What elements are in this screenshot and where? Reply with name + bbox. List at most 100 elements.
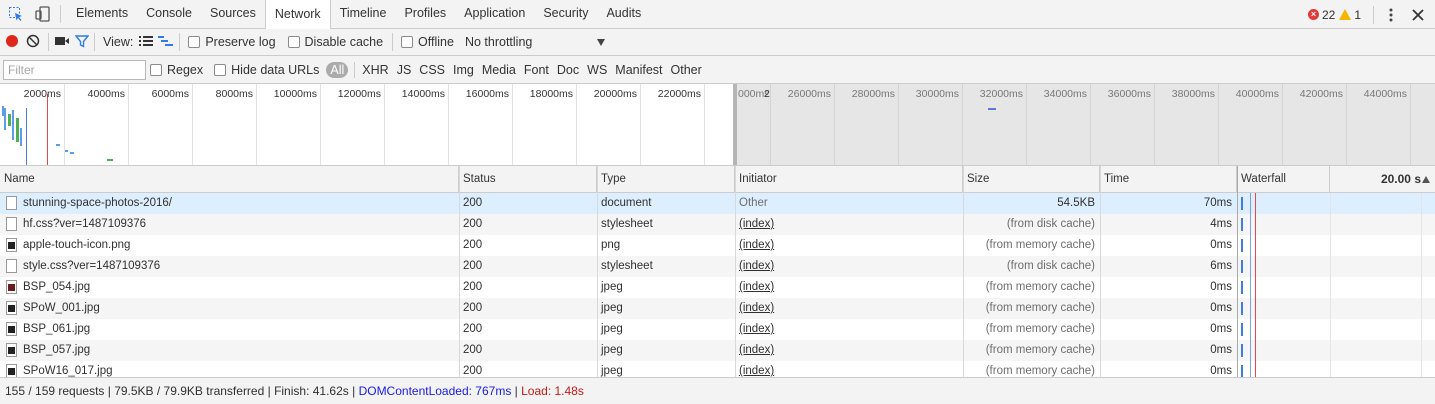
offline-checkbox[interactable]: Offline	[401, 35, 454, 49]
tabbar-separator	[60, 5, 61, 23]
overview-tick-label: 8000ms	[215, 88, 253, 100]
request-row[interactable]: style.css?ver=1487109376 200 stylesheet (in…	[0, 256, 1435, 277]
toolbar-separator	[94, 33, 95, 51]
overview-tick-label: 44000ms	[1363, 88, 1407, 100]
column-header-time[interactable]: Time	[1100, 166, 1237, 193]
overview-gridline	[128, 84, 129, 165]
column-header-status[interactable]: Status	[459, 166, 597, 193]
request-row[interactable]: BSP_061.jpg 200 jpeg (index) (from memory ca…	[0, 319, 1435, 340]
waterfall-timing-bar[interactable]	[1241, 218, 1243, 231]
checkbox-box[interactable]	[287, 36, 300, 48]
hide-data-urls-checkbox[interactable]: Hide data URLs	[214, 63, 319, 77]
filter-type-js[interactable]: JS	[393, 63, 416, 77]
image-file-icon	[6, 322, 17, 336]
overview-tick-label: 42000ms	[1299, 88, 1343, 100]
waterfall-timing-bar[interactable]	[1241, 260, 1243, 273]
waterfall-timing-bar[interactable]	[1241, 281, 1243, 294]
waterfall-timing-bar[interactable]	[1241, 323, 1243, 336]
tab-profiles[interactable]: Profiles	[395, 0, 455, 28]
filter-type-manifest[interactable]: Manifest	[611, 63, 666, 77]
record-button[interactable]	[5, 34, 19, 51]
image-file-icon	[6, 280, 17, 294]
filter-type-all[interactable]: All	[326, 61, 349, 78]
column-header-type[interactable]: Type	[597, 166, 735, 193]
filter-type-media[interactable]: Media	[478, 63, 520, 77]
request-time-cell: 6ms	[1210, 260, 1232, 272]
filter-type-img[interactable]: Img	[449, 63, 478, 77]
clear-icon[interactable]	[26, 34, 40, 51]
request-row[interactable]: stunning-space-photos-2016/200 document Ot…	[0, 193, 1435, 214]
sort-ascending-icon	[1422, 176, 1430, 183]
request-type-cell: jpeg	[601, 365, 623, 377]
tab-audits[interactable]: Audits	[597, 0, 650, 28]
inspect-element-icon[interactable]	[5, 3, 27, 25]
column-header-size[interactable]: Size	[963, 166, 1100, 193]
overview-gridline	[640, 84, 641, 165]
column-divider	[459, 166, 460, 377]
filter-type-doc[interactable]: Doc	[553, 63, 583, 77]
large-rows-icon[interactable]	[139, 35, 154, 50]
waterfall-timing-bar[interactable]	[1241, 197, 1243, 210]
tab-security[interactable]: Security	[534, 0, 597, 28]
tab-sources[interactable]: Sources	[201, 0, 265, 28]
request-row[interactable]: hf.css?ver=1487109376 200 stylesheet (index…	[0, 214, 1435, 235]
filter-input[interactable]	[3, 59, 146, 80]
filter-type-font[interactable]: Font	[520, 63, 553, 77]
request-initiator-cell[interactable]: (index)	[735, 235, 963, 256]
checkbox-box[interactable]	[401, 36, 414, 48]
request-row[interactable]: SPoW_001.jpg 200 jpeg (index) (from memory c…	[0, 298, 1435, 319]
disable-cache-checkbox[interactable]: Disable cache	[287, 35, 383, 49]
request-row[interactable]: BSP_057.jpg 200 jpeg (index) (from memory ca…	[0, 340, 1435, 361]
tab-network[interactable]: Network	[264, 0, 331, 30]
request-initiator-cell[interactable]: (index)	[735, 277, 963, 298]
waterfall-timing-bar[interactable]	[1241, 344, 1243, 357]
request-initiator-cell[interactable]: (index)	[735, 214, 963, 235]
request-row[interactable]: apple-touch-icon.png 200 png (index) (from m…	[0, 235, 1435, 256]
name-header-label: Name	[4, 173, 35, 185]
request-initiator-cell[interactable]: (index)	[735, 298, 963, 319]
checkbox-box[interactable]	[214, 63, 227, 76]
throttling-select[interactable]: No throttling	[465, 35, 605, 49]
request-initiator-cell[interactable]: (index)	[735, 256, 963, 277]
kebab-menu-icon[interactable]	[1380, 4, 1402, 26]
close-icon[interactable]	[1407, 4, 1429, 26]
timeline-overview[interactable]: 000ms 26000ms 28000ms 30000ms 32000ms 34000ms…	[0, 84, 1435, 166]
regex-checkbox[interactable]: Regex	[150, 63, 203, 77]
device-toolbar-icon[interactable]	[32, 3, 54, 25]
waterfall-timing-bar[interactable]	[1241, 302, 1243, 315]
request-initiator-cell[interactable]: (index)	[735, 319, 963, 340]
request-size-cell: (from disk cache)	[1006, 260, 1095, 272]
warning-count: 1	[1354, 7, 1361, 22]
tab-elements[interactable]: Elements	[67, 0, 137, 28]
overview-gridline	[64, 84, 65, 165]
request-row[interactable]: SPoW16_017.jpg 200 jpeg (index) (from memory…	[0, 361, 1435, 377]
checkbox-box[interactable]	[188, 36, 201, 48]
overview-gridline	[512, 84, 513, 165]
filter-type-css[interactable]: CSS	[415, 63, 449, 77]
column-header-initiator[interactable]: Initiator	[735, 166, 963, 193]
filter-type-other[interactable]: Other	[667, 63, 706, 77]
request-initiator-cell[interactable]: (index)	[735, 340, 963, 361]
hide-data-urls-label: Hide data URLs	[231, 62, 320, 77]
preserve-log-checkbox[interactable]: Preserve log	[188, 35, 276, 49]
tab-application[interactable]: Application	[455, 0, 534, 28]
overview-resize-handle[interactable]	[733, 84, 737, 165]
request-row[interactable]: BSP_054.jpg 200 jpeg (index) (from memory ca…	[0, 277, 1435, 298]
waterfall-scale-header[interactable]: 20.00 s	[1330, 166, 1435, 193]
checkbox-box[interactable]	[150, 63, 162, 76]
column-header-name[interactable]: Name	[0, 166, 459, 193]
filter-icon[interactable]	[74, 34, 90, 51]
filter-type-ws[interactable]: WS	[583, 63, 611, 77]
tab-console[interactable]: Console	[137, 0, 201, 28]
overview-icon[interactable]	[158, 35, 174, 50]
console-error-badge[interactable]: × 22 1	[1307, 7, 1361, 22]
request-initiator-cell[interactable]: (index)	[735, 361, 963, 377]
tab-timeline[interactable]: Timeline	[331, 0, 396, 28]
filter-type-xhr[interactable]: XHR	[358, 63, 392, 77]
waterfall-timing-bar[interactable]	[1241, 365, 1243, 377]
overview-tick-label: 2	[764, 88, 770, 100]
waterfall-timing-bar[interactable]	[1241, 239, 1243, 252]
time-header-label: Time	[1104, 173, 1130, 185]
column-header-waterfall[interactable]: Waterfall	[1237, 166, 1330, 193]
capture-screenshots-icon[interactable]	[54, 35, 70, 50]
